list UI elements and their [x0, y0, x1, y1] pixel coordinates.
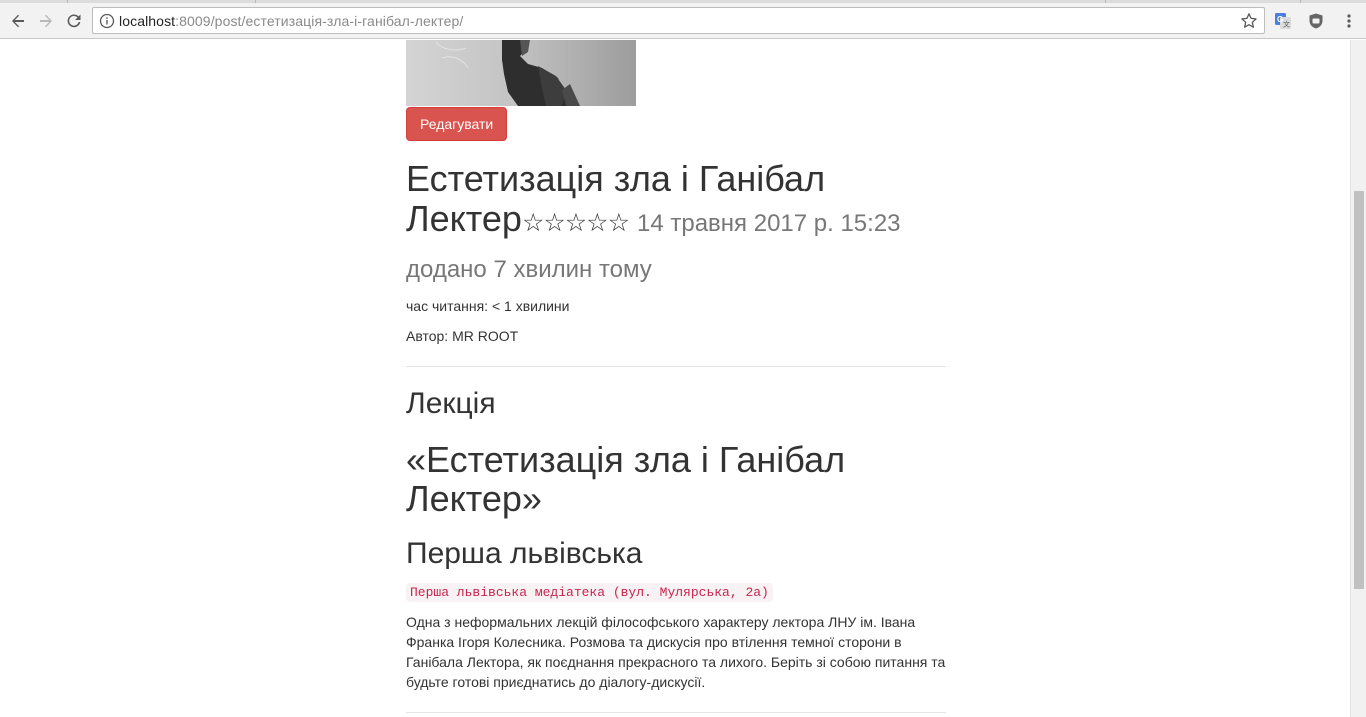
shield-extension-button[interactable]: [1306, 11, 1326, 31]
post-title-line2: Лектер: [406, 198, 522, 239]
address-path: :8009/post/естетизація-зла-і-ганібал-лек…: [175, 13, 464, 29]
translate-extension-icon: G 文: [1275, 13, 1291, 29]
post-date: 14 травня 2017 р. 15:23: [637, 210, 901, 237]
forward-button[interactable]: [34, 9, 58, 33]
svg-text:文: 文: [1283, 20, 1290, 29]
reading-time: час читання: < 1 хвилини: [406, 298, 570, 314]
heading-lecture-title: «Естетизація зла і Ганібал Лектер»: [406, 440, 946, 518]
back-arrow-icon: [12, 14, 24, 28]
heading-lecture-title-line2: Лектер»: [406, 478, 542, 519]
address-url[interactable]: localhost:8009/post/естетизація-зла-і-га…: [119, 13, 463, 29]
heading-place: Перша львівська: [406, 537, 643, 570]
translate-extension-button[interactable]: G 文: [1273, 11, 1293, 31]
cover-photo: [406, 40, 636, 106]
location-code: Перша львівська медіатека (вул. Мулярськ…: [406, 583, 773, 602]
forward-arrow-icon: [40, 14, 52, 28]
browser-menu-button[interactable]: [1339, 11, 1359, 31]
divider-bottom: [406, 712, 946, 713]
page-scrollbar[interactable]: [1350, 40, 1366, 717]
post-added-ago: додано 7 хвилин тому: [406, 256, 652, 283]
reload-icon: [67, 14, 81, 28]
scrollbar-thumb[interactable]: [1354, 191, 1364, 589]
back-button[interactable]: [6, 9, 30, 33]
rating-stars[interactable]: ☆☆☆☆☆: [522, 209, 630, 237]
reload-button[interactable]: [62, 9, 86, 33]
divider: [406, 366, 946, 367]
heading-lecture: Лекція: [406, 387, 496, 420]
post-description: Одна з неформальних лекцій філософського…: [406, 614, 946, 690]
info-icon[interactable]: [99, 13, 115, 29]
kebab-menu-icon: [1347, 14, 1351, 28]
bookmark-star-icon[interactable]: [1240, 12, 1258, 30]
shield-extension-icon: [1309, 13, 1323, 29]
edit-button[interactable]: Редагувати: [406, 107, 508, 141]
post-title-line1: Естетизація зла і Ганібал: [406, 158, 826, 199]
address-host: localhost: [119, 13, 176, 29]
post-title: Естетизація зла і Ганібал Лектер☆☆☆☆☆ 14 т…: [406, 159, 946, 244]
post-author: Автор: MR ROOT: [406, 328, 519, 344]
browser-toolbar: localhost:8009/post/естетизація-зла-і-га…: [0, 3, 1366, 39]
address-bar[interactable]: localhost:8009/post/естетизація-зла-і-га…: [92, 7, 1265, 34]
post-cover-image: [406, 40, 636, 106]
heading-lecture-title-line1: «Естетизація зла і Ганібал: [406, 439, 846, 480]
